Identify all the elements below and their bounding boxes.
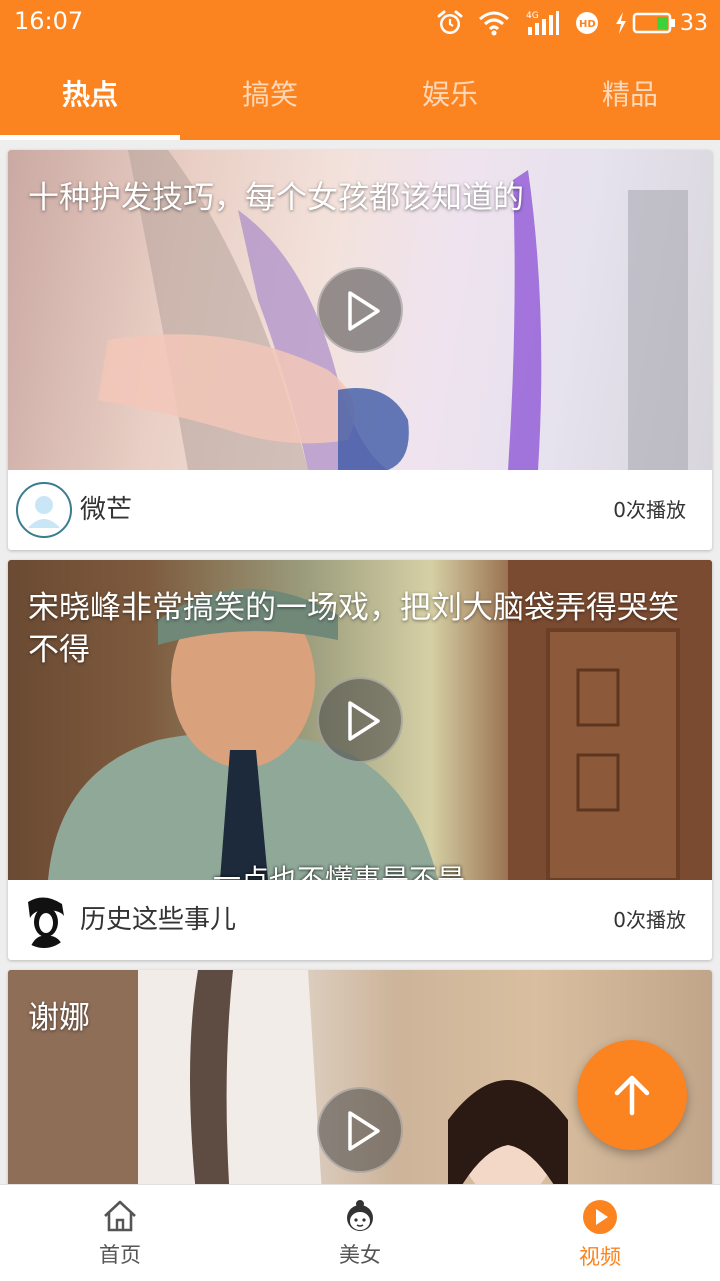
charging-icon bbox=[614, 11, 628, 35]
nav-video[interactable]: 视频 bbox=[480, 1185, 720, 1281]
video-meta: 微芒 0次播放 bbox=[8, 470, 712, 550]
nav-home[interactable]: 首页 bbox=[0, 1185, 240, 1281]
status-time: 16:07 bbox=[14, 7, 84, 35]
video-title: 宋晓峰非常搞笑的一场戏，把刘大脑袋弄得哭笑不得 bbox=[28, 590, 679, 668]
tab-premium[interactable]: 精品 bbox=[540, 46, 720, 140]
play-button[interactable] bbox=[317, 677, 403, 763]
tab-entertainment[interactable]: 娱乐 bbox=[360, 46, 540, 140]
nav-home-label: 首页 bbox=[99, 1243, 141, 1267]
video-card[interactable]: 宋晓峰非常搞笑的一场戏，把刘大脑袋弄得哭笑不得 一点也不懂事是不是 历史这些事儿… bbox=[8, 560, 712, 960]
nav-beauty-label: 美女 bbox=[339, 1243, 381, 1267]
bottom-navigation: 首页 美女 视频 bbox=[0, 1184, 720, 1281]
home-icon bbox=[104, 1200, 136, 1232]
video-thumbnail[interactable]: 十种护发技巧，每个女孩都该知道的 bbox=[8, 150, 712, 470]
category-tabs: 热点 搞笑 娱乐 精品 bbox=[0, 46, 720, 140]
status-bar: 16:07 4G HD 33 bbox=[0, 0, 720, 46]
video-feed[interactable]: 十种护发技巧，每个女孩都该知道的 微芒 0次播放 宋晓峰非常搞笑的一场戏，把刘大… bbox=[0, 140, 720, 1184]
hd-icon: HD bbox=[574, 10, 600, 36]
play-icon bbox=[348, 291, 380, 331]
battery-level: 33 bbox=[680, 10, 708, 36]
play-icon bbox=[348, 701, 380, 741]
portrait-avatar-icon bbox=[28, 897, 64, 948]
video-meta: 历史这些事儿 0次播放 bbox=[8, 880, 712, 960]
wifi-icon bbox=[478, 9, 510, 37]
top-header: 16:07 4G HD 33 热点 搞笑 娱乐 精品 bbox=[0, 0, 720, 140]
video-title: 十种护发技巧，每个女孩都该知道的 bbox=[28, 180, 524, 216]
battery-indicator: 33 bbox=[614, 11, 708, 36]
play-count: 0次播放 bbox=[613, 498, 686, 522]
avatar[interactable] bbox=[16, 482, 72, 538]
svg-text:HD: HD bbox=[579, 19, 596, 30]
author-name[interactable]: 历史这些事儿 bbox=[80, 880, 236, 960]
status-icons: 4G HD 33 bbox=[436, 6, 708, 40]
video-title: 谢娜 bbox=[28, 1000, 90, 1036]
video-play-icon bbox=[583, 1200, 617, 1234]
avatar[interactable] bbox=[16, 892, 72, 948]
svg-text:4G: 4G bbox=[526, 11, 539, 21]
video-card[interactable]: 十种护发技巧，每个女孩都该知道的 微芒 0次播放 bbox=[8, 150, 712, 550]
tab-hot[interactable]: 热点 bbox=[0, 46, 180, 140]
default-avatar-icon bbox=[28, 496, 60, 528]
play-count: 0次播放 bbox=[613, 908, 686, 932]
nav-video-label: 视频 bbox=[579, 1245, 621, 1269]
play-icon bbox=[348, 1111, 380, 1151]
girl-face-icon bbox=[347, 1200, 373, 1231]
play-button[interactable] bbox=[317, 267, 403, 353]
video-thumbnail[interactable]: 宋晓峰非常搞笑的一场戏，把刘大脑袋弄得哭笑不得 一点也不懂事是不是 bbox=[8, 560, 712, 880]
alarm-icon bbox=[436, 9, 464, 37]
scroll-to-top-button[interactable] bbox=[577, 1040, 687, 1150]
video-subtitle: 一点也不懂事是不是 bbox=[213, 863, 466, 880]
play-button[interactable] bbox=[317, 1087, 403, 1173]
author-name[interactable]: 微芒 bbox=[80, 470, 132, 550]
nav-beauty[interactable]: 美女 bbox=[240, 1185, 480, 1281]
signal-icon: 4G bbox=[524, 9, 560, 37]
battery-icon bbox=[632, 11, 676, 35]
tab-funny[interactable]: 搞笑 bbox=[180, 46, 360, 140]
arrow-up-icon bbox=[614, 1075, 650, 1116]
